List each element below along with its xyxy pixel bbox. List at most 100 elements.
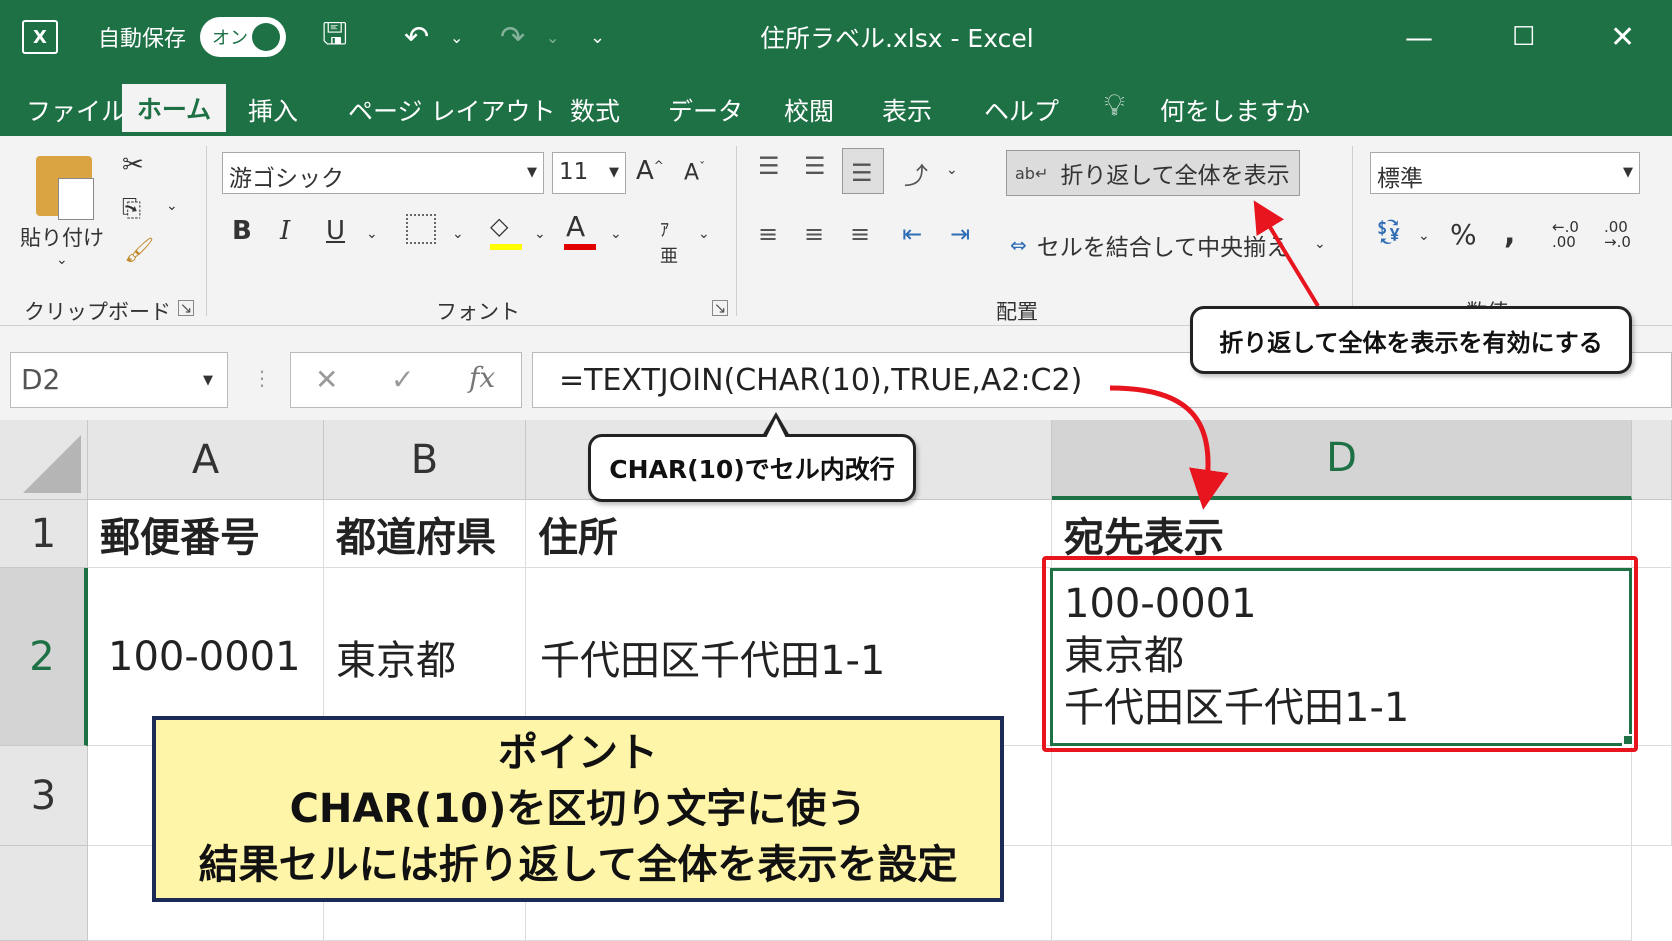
currency-dropdown-icon[interactable]: ⌄: [1418, 228, 1430, 244]
orientation-icon[interactable]: ⤴: [904, 156, 928, 191]
tell-me-search[interactable]: 何をしますか: [1146, 84, 1324, 136]
borders-icon[interactable]: [406, 214, 436, 244]
row-header-2[interactable]: 2: [0, 568, 88, 746]
column-header-d[interactable]: D: [1052, 420, 1632, 500]
tab-insert[interactable]: 挿入: [234, 84, 312, 136]
align-left-icon[interactable]: ≡: [758, 220, 778, 248]
cell-b1[interactable]: 都道府県: [324, 500, 526, 568]
undo-dropdown-icon[interactable]: ⌄: [450, 0, 463, 74]
font-color-button[interactable]: A: [566, 210, 585, 243]
clipboard-paste-icon[interactable]: [36, 156, 94, 220]
customize-qat-icon[interactable]: ⌄: [590, 0, 605, 74]
underline-button[interactable]: U: [326, 216, 345, 246]
row-header-3[interactable]: 3: [0, 746, 88, 846]
point-line: CHAR(10)を区切り文字に使う: [289, 786, 867, 832]
cell-d4[interactable]: [1052, 846, 1632, 941]
comma-style-button[interactable]: ,: [1504, 216, 1515, 251]
tab-help[interactable]: ヘルプ: [970, 84, 1073, 136]
align-center-icon[interactable]: ≡: [804, 220, 824, 248]
tab-view[interactable]: 表示: [868, 84, 946, 136]
format-painter-icon[interactable]: 🖌︎: [124, 236, 154, 264]
save-icon[interactable]: 🖫: [322, 0, 348, 74]
increase-decimal-button[interactable]: ←.0 .00: [1552, 220, 1579, 250]
fill-color-dropdown-icon[interactable]: ⌄: [534, 226, 546, 242]
paste-dropdown-icon[interactable]: ⌄: [56, 252, 68, 268]
grow-font-icon[interactable]: A^: [636, 156, 664, 186]
tab-data[interactable]: データ: [654, 84, 757, 136]
decrease-decimal-button[interactable]: .00 →.0: [1604, 220, 1631, 250]
orientation-dropdown-icon[interactable]: ⌄: [946, 162, 958, 178]
cell-e1[interactable]: [1632, 500, 1672, 568]
column-header-a[interactable]: A: [88, 420, 324, 500]
fill-color-swatch: [490, 244, 522, 250]
align-right-icon[interactable]: ≡: [850, 220, 870, 248]
merge-dropdown-icon[interactable]: ⌄: [1314, 236, 1326, 252]
wrap-text-button[interactable]: ab↵ 折り返して全体を表示: [1006, 150, 1300, 196]
row-header-4[interactable]: [0, 846, 88, 941]
formula-controls: ✕ ✓ fx: [290, 352, 522, 408]
underline-dropdown-icon[interactable]: ⌄: [366, 226, 378, 242]
select-all-button[interactable]: [0, 420, 88, 500]
insert-function-icon[interactable]: fx: [469, 361, 495, 394]
increase-indent-icon[interactable]: ⇥: [950, 220, 970, 248]
copy-icon[interactable]: ⎘: [122, 194, 141, 222]
fill-color-icon[interactable]: ◇: [490, 212, 508, 240]
lightbulb-icon[interactable]: 💡︎: [1104, 88, 1125, 123]
scissors-icon[interactable]: ✂: [122, 150, 144, 180]
tab-file[interactable]: ファイル: [12, 84, 140, 136]
tab-home[interactable]: ホーム: [122, 84, 226, 136]
font-name-select[interactable]: 游ゴシック ▼: [222, 152, 544, 194]
font-size-select[interactable]: 11 ▼: [552, 152, 626, 194]
cell-d3[interactable]: [1052, 746, 1632, 846]
cell-c1[interactable]: 住所: [526, 500, 1052, 568]
row-header-1[interactable]: 1: [0, 500, 88, 568]
align-top-icon[interactable]: ☰: [758, 152, 780, 180]
tab-formulas[interactable]: 数式: [556, 84, 634, 136]
autosave-toggle[interactable]: オン: [200, 17, 286, 57]
char10-callout: CHAR(10)でセル内改行: [588, 434, 916, 502]
point-title: ポイント: [498, 730, 658, 776]
copy-dropdown-icon[interactable]: ⌄: [166, 198, 178, 214]
tab-review[interactable]: 校閲: [770, 84, 848, 136]
borders-dropdown-icon[interactable]: ⌄: [452, 226, 464, 242]
chevron-down-icon[interactable]: ▼: [203, 373, 213, 388]
merge-center-label: セルを結合して中央揃え: [1036, 235, 1290, 261]
point-line: 結果セルには折り返して全体を表示を設定: [198, 842, 958, 888]
shrink-font-icon[interactable]: Aˇ: [684, 160, 705, 185]
align-middle-icon[interactable]: ☰: [804, 152, 826, 180]
close-button[interactable]: ✕: [1610, 0, 1635, 74]
number-format-select[interactable]: 標準 ▼: [1370, 152, 1640, 194]
autosave-state: オン: [212, 28, 248, 49]
font-launcher-icon[interactable]: ↘: [712, 300, 728, 316]
clipboard-launcher-icon[interactable]: ↘: [178, 300, 194, 316]
redo-icon[interactable]: ↷: [500, 0, 525, 74]
tab-page-layout[interactable]: ページ レイアウト: [334, 84, 569, 136]
percent-style-button[interactable]: %: [1450, 218, 1477, 251]
maximize-button[interactable]: ☐: [1512, 0, 1535, 74]
merge-center-button[interactable]: ⇔ セルを結合して中央揃え: [1010, 228, 1289, 262]
currency-format-icon[interactable]: 💱︎: [1374, 218, 1404, 246]
column-header-e[interactable]: [1632, 420, 1672, 500]
cell-e2[interactable]: [1632, 568, 1672, 746]
merge-cells-icon: ⇔: [1010, 233, 1027, 257]
enter-icon[interactable]: ✓: [391, 363, 414, 396]
cell-a1[interactable]: 郵便番号: [88, 500, 324, 568]
paste-button-label[interactable]: 貼り付け: [20, 222, 104, 252]
cancel-icon[interactable]: ✕: [315, 363, 338, 396]
decrease-indent-icon[interactable]: ⇤: [902, 220, 922, 248]
minimize-button[interactable]: —: [1405, 0, 1433, 74]
cell-e3[interactable]: [1632, 746, 1672, 846]
phonetic-guide-icon[interactable]: ｱ亜: [660, 216, 678, 268]
bold-button[interactable]: B: [232, 216, 252, 246]
formula-bar-grip[interactable]: ⋮: [252, 366, 272, 390]
ribbon-tabs: ファイル ホーム 挿入 ページ レイアウト 数式 データ 校閲 表示 ヘルプ 💡…: [0, 74, 1672, 136]
name-box[interactable]: D2 ▼: [10, 352, 228, 408]
column-header-b[interactable]: B: [324, 420, 526, 500]
align-bottom-icon[interactable]: ☰: [842, 148, 884, 194]
phonetic-dropdown-icon[interactable]: ⌄: [698, 226, 710, 242]
redo-dropdown-icon[interactable]: ⌄: [546, 0, 559, 74]
font-color-dropdown-icon[interactable]: ⌄: [610, 226, 622, 242]
italic-button[interactable]: I: [280, 216, 290, 246]
undo-icon[interactable]: ↶: [404, 0, 429, 74]
callout-tail-inner: [766, 418, 786, 438]
